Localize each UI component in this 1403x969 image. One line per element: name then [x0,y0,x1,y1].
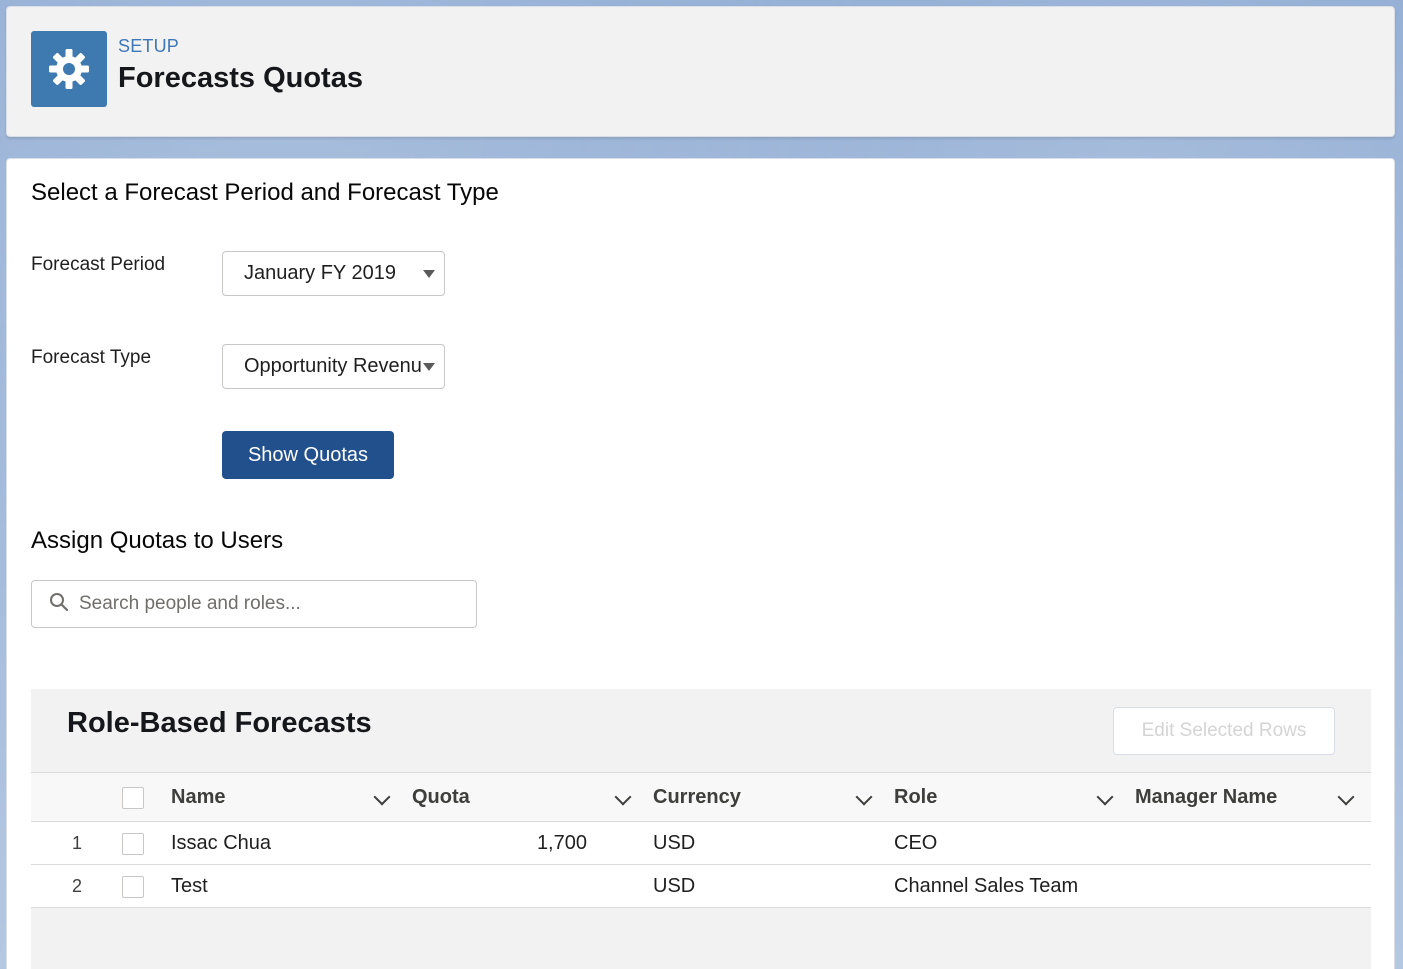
period-section-title: Select a Forecast Period and Forecast Ty… [31,179,499,206]
cell-name: Issac Chua [171,831,272,854]
forecast-period-value: January FY 2019 [244,262,396,284]
header-eyebrow: SETUP [118,36,180,56]
column-header-role[interactable]: Role [894,773,937,821]
cell-role: Channel Sales Team [894,874,1079,897]
cell-currency: USD [653,874,696,897]
cell-currency: USD [653,831,696,854]
quota-table: Name Quota Currency Role Manager Name 1 … [31,772,1371,908]
row-checkbox[interactable] [122,876,144,898]
chevron-down-icon[interactable] [373,788,391,806]
forecast-period-select[interactable]: January FY 2019 [222,251,445,296]
select-all-checkbox[interactable] [122,787,144,809]
table-header-row: Name Quota Currency Role Manager Name [31,772,1371,822]
edit-selected-rows-button[interactable]: Edit Selected Rows [1113,707,1335,755]
cell-role: CEO [894,831,938,854]
chevron-down-icon[interactable] [1337,788,1355,806]
search-input[interactable] [79,593,459,615]
main-card: Select a Forecast Period and Forecast Ty… [6,158,1395,969]
cell-quota[interactable] [412,865,587,907]
chevron-down-icon[interactable] [1096,788,1114,806]
chevron-down-icon[interactable] [614,788,632,806]
show-quotas-button[interactable]: Show Quotas [222,431,394,479]
caret-down-icon [423,363,435,371]
column-header-quota[interactable]: Quota [412,773,470,821]
row-number: 2 [72,875,83,896]
assign-section-title: Assign Quotas to Users [31,527,284,554]
caret-down-icon [423,270,435,278]
cell-name: Test [171,874,208,897]
column-header-currency[interactable]: Currency [653,773,741,821]
role-based-forecasts-panel: Role-Based Forecasts Edit Selected Rows … [31,689,1371,969]
search-icon [49,592,69,617]
row-number: 1 [72,832,83,853]
row-checkbox[interactable] [122,833,144,855]
column-header-manager-name[interactable]: Manager Name [1135,773,1277,821]
search-box[interactable] [31,580,477,628]
forecast-period-label: Forecast Period [31,254,166,275]
forecast-type-value: Opportunity Revenue [244,355,422,377]
table-title: Role-Based Forecasts [67,707,372,739]
forecast-type-select[interactable]: Opportunity Revenue [222,344,445,389]
chevron-down-icon[interactable] [855,788,873,806]
table-row: 1 Issac Chua 1,700 USD CEO [31,822,1371,865]
cell-quota[interactable]: 1,700 [412,822,587,864]
table-row: 2 Test USD Channel Sales Team [31,865,1371,908]
forecast-type-label: Forecast Type [31,347,152,368]
page-header: SETUP Forecasts Quotas [6,6,1395,137]
page-title: Forecasts Quotas [118,62,363,94]
gear-icon [31,31,107,107]
column-header-name[interactable]: Name [171,773,225,821]
